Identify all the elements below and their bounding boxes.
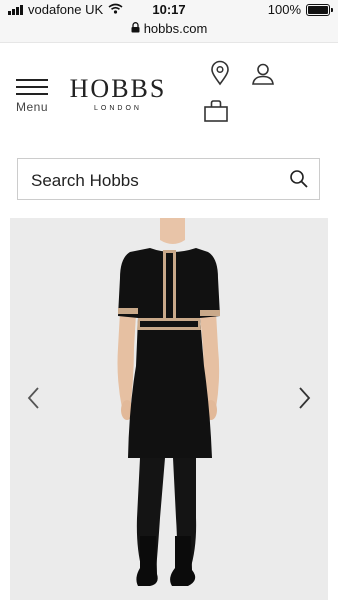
search-input[interactable]: Search Hobbs [17,158,320,200]
status-right: 100% [267,2,333,17]
site-header: Menu HOBBS LONDON [0,43,338,135]
menu-label: Menu [16,100,49,114]
product-image-carousel[interactable] [10,218,328,600]
chevron-left-icon[interactable] [26,386,42,415]
chevron-right-icon[interactable] [296,386,312,415]
logo-text: HOBBS [69,74,167,103]
product-image [117,218,220,586]
search-icon[interactable] [289,169,309,194]
shopping-bag-icon[interactable] [203,99,229,128]
user-icon[interactable] [251,62,275,91]
url-text: hobbs.com [143,21,208,36]
hobbs-logo[interactable]: HOBBS LONDON [68,74,168,113]
lock-icon [131,21,140,36]
map-pin-icon[interactable] [209,60,231,91]
address-bar[interactable]: hobbs.com [0,20,338,43]
logo-subtext: LONDON [94,105,142,112]
menu-button[interactable]: Menu [16,79,50,119]
search-placeholder: Search Hobbs [31,171,139,190]
status-bar: vodafone UK 10:17 100% [0,0,338,20]
battery-percentage: 100% [267,2,301,17]
battery-icon [306,3,333,16]
